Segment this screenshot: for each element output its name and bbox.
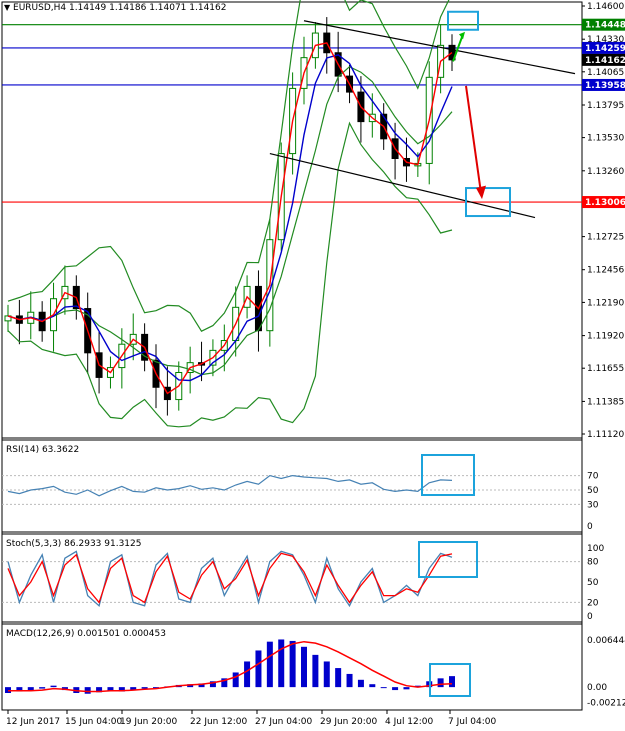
rsi-axis-label: 30 <box>587 500 599 510</box>
stoch-axis-label: 100 <box>587 544 604 554</box>
level-price-label: 1.14162 <box>585 56 625 66</box>
time-axis-label: 4 Jul 12:00 <box>385 717 434 727</box>
rsi-highlight-box <box>421 454 475 496</box>
macd-histogram-bar <box>301 646 307 688</box>
macd-histogram-bar <box>380 687 387 689</box>
macd-histogram-bar <box>232 672 239 688</box>
macd-histogram-bar <box>244 661 251 688</box>
upside-target-box <box>447 10 479 31</box>
macd-histogram-bar <box>392 687 399 691</box>
time-axis-label: 19 Jun 20:00 <box>120 717 177 727</box>
chart-menu-triangle-icon[interactable]: ▼ <box>4 3 10 12</box>
macd-histogram-bar <box>357 679 364 688</box>
price-axis-label: 1.11920 <box>587 332 624 342</box>
bollinger-middle <box>7 65 453 376</box>
level-price-label: 1.14259 <box>585 44 625 54</box>
macd-histogram-bar <box>141 687 148 689</box>
macd-histogram-bar <box>335 668 342 688</box>
stoch-k-line <box>7 550 453 608</box>
level-price-label: 1.14448 <box>585 21 625 31</box>
stoch-axis-label: 50 <box>587 578 599 588</box>
rsi-line <box>7 474 453 497</box>
chart-header: ▼ EURUSD,H4 1.14149 1.14186 1.14071 1.14… <box>4 3 226 13</box>
level-price-label: 1.13958 <box>585 81 625 91</box>
time-axis-label: 22 Jun 12:00 <box>190 717 247 727</box>
stoch-axis-label: 0 <box>587 612 593 622</box>
macd-histogram-bar <box>84 687 91 694</box>
stoch-axis-label: 20 <box>587 598 599 608</box>
time-axis-label: 29 Jun 20:00 <box>320 717 377 727</box>
macd-histogram-bar <box>449 676 455 688</box>
time-axis-label: 15 Jun 04:00 <box>65 717 122 727</box>
moving-average-blue <box>7 54 453 382</box>
price-axis-label: 1.14065 <box>587 68 624 78</box>
macd-histogram-bar <box>27 687 34 691</box>
chart-canvas[interactable]: 1.146001.143301.140651.137951.135301.132… <box>0 0 625 731</box>
macd-axis-label: 0.006444 <box>587 636 625 646</box>
price-axis-label: 1.13260 <box>587 167 624 177</box>
price-axis-label: 1.11655 <box>587 364 624 374</box>
macd-histogram-bar <box>255 650 262 688</box>
moving-average-red <box>7 42 453 395</box>
macd-histogram-bar <box>312 654 319 688</box>
indicator-title: RSI(14) 63.3622 <box>6 445 79 455</box>
indicator-title: Stoch(5,3,3) 86.2933 91.3125 <box>6 539 141 549</box>
macd-histogram-bar <box>323 661 330 688</box>
level-price-label: 1.13006 <box>585 198 625 208</box>
chart-symbol: EURUSD,H4 <box>13 3 67 13</box>
price-axis-label: 1.12190 <box>587 298 624 308</box>
indicator-title: MACD(12,26,9) 0.001501 0.000453 <box>6 629 166 639</box>
time-axis-label: 7 Jul 04:00 <box>448 717 497 727</box>
pane-frame-main <box>1 1 583 439</box>
bollinger-lower <box>7 121 453 428</box>
macd-signal-line <box>8 640 453 693</box>
price-axis-label: 1.11385 <box>587 397 624 407</box>
time-axis-label: 12 Jun 2017 <box>6 717 60 727</box>
price-axis-label: 1.13795 <box>587 101 624 111</box>
chart-ohlc: 1.14149 1.14186 1.14071 1.14162 <box>69 3 227 13</box>
stoch-axis-label: 80 <box>587 558 599 568</box>
time-axis-label: 27 Jun 04:00 <box>255 717 312 727</box>
macd-histogram-bar <box>403 687 410 690</box>
macd-histogram-bar <box>278 639 285 688</box>
rsi-axis-label: 50 <box>587 486 599 496</box>
macd-histogram-bar <box>369 684 376 688</box>
rsi-axis-label: 0 <box>587 522 593 532</box>
price-axis-label: 1.12725 <box>587 233 624 243</box>
stoch-d-line <box>7 552 453 604</box>
pane-frame-rsi <box>1 439 583 533</box>
price-axis-label: 1.14600 <box>587 2 624 12</box>
price-axis-label: 1.12456 <box>587 266 624 276</box>
macd-axis-label: -0.002125 <box>587 699 625 709</box>
macd-histogram-bar <box>437 678 444 688</box>
macd-histogram-bar <box>346 673 353 688</box>
macd-axis-label: 0.00 <box>587 683 607 693</box>
macd-histogram-bar <box>289 640 296 688</box>
price-axis-label: 1.13530 <box>587 134 624 144</box>
bollinger-upper <box>7 0 450 332</box>
rsi-axis-label: 70 <box>587 472 599 482</box>
price-axis-label: 1.11120 <box>587 430 624 440</box>
macd-histogram-bar <box>266 641 273 688</box>
macd-histogram-bar <box>50 685 57 688</box>
bearish-arrow <box>465 85 482 194</box>
macd-histogram-bar <box>39 687 46 689</box>
trendline-lower <box>269 153 536 219</box>
